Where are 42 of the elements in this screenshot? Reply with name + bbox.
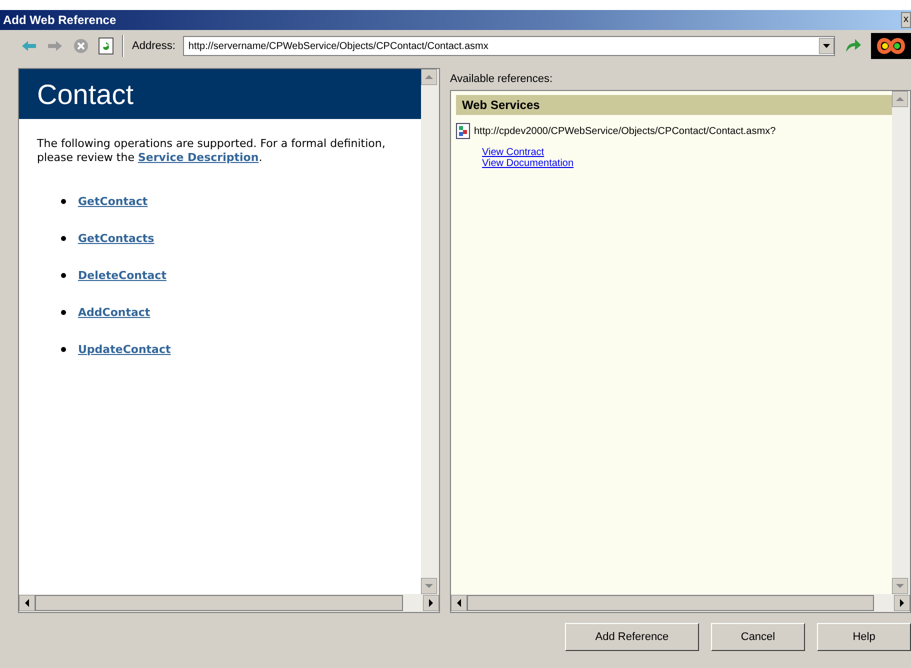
operation-link[interactable]: AddContact [78,306,150,319]
forward-arrow-icon[interactable] [46,38,64,54]
vertical-scrollbar[interactable] [892,91,910,594]
available-references-label: Available references: [450,72,554,87]
service-description-link[interactable]: Service Description [138,151,259,164]
logo-icon [871,33,911,59]
dialog-button[interactable]: Help [817,623,911,651]
scroll-left-icon[interactable] [451,595,467,611]
web-service-icon [456,123,470,139]
dialog-button[interactable]: Add Reference [565,623,699,651]
group-header: Web Services [456,95,892,115]
back-arrow-icon[interactable] [20,38,38,54]
reference-link[interactable]: View Documentation [482,158,574,169]
vertical-scrollbar[interactable] [421,69,439,594]
bullet-icon [61,273,66,278]
service-url: http://cpdev2000/CPWebService/Objects/CPContact/Contact.asmx? [474,126,776,136]
dropdown-arrow-icon[interactable] [819,38,834,54]
window-title: Add Web Reference [3,13,116,27]
bullet-icon [61,199,66,204]
scroll-right-icon[interactable] [423,595,439,611]
scroll-up-icon[interactable] [892,91,908,107]
close-button[interactable]: x [901,12,911,28]
operation-link[interactable]: UpdateContact [78,343,171,356]
horizontal-scrollbar[interactable] [19,594,439,612]
scroll-up-icon[interactable] [421,69,437,85]
bullet-icon [61,310,66,315]
bullet-icon [61,236,66,241]
dialog-button[interactable]: Cancel [711,623,805,651]
scroll-right-icon[interactable] [894,595,910,611]
scroll-left-icon[interactable] [19,595,35,611]
refresh-icon[interactable] [98,37,114,55]
page-heading: Contact [19,69,421,119]
bullet-icon [61,347,66,352]
operation-link[interactable]: GetContacts [78,232,154,245]
intro-text: The following operations are supported. For a formal definition, please review the Service Description. [37,137,386,165]
horizontal-scrollbar[interactable] [451,594,910,612]
reference-link[interactable]: View Contract [482,147,544,158]
address-field[interactable]: http://servername/CPWebService/Objects/CPContact/Contact.asmx [183,36,835,56]
address-label: Address: [132,40,176,52]
stop-icon[interactable] [72,37,90,55]
operation-link[interactable]: DeleteContact [78,269,166,282]
operation-link[interactable]: GetContact [78,195,148,208]
